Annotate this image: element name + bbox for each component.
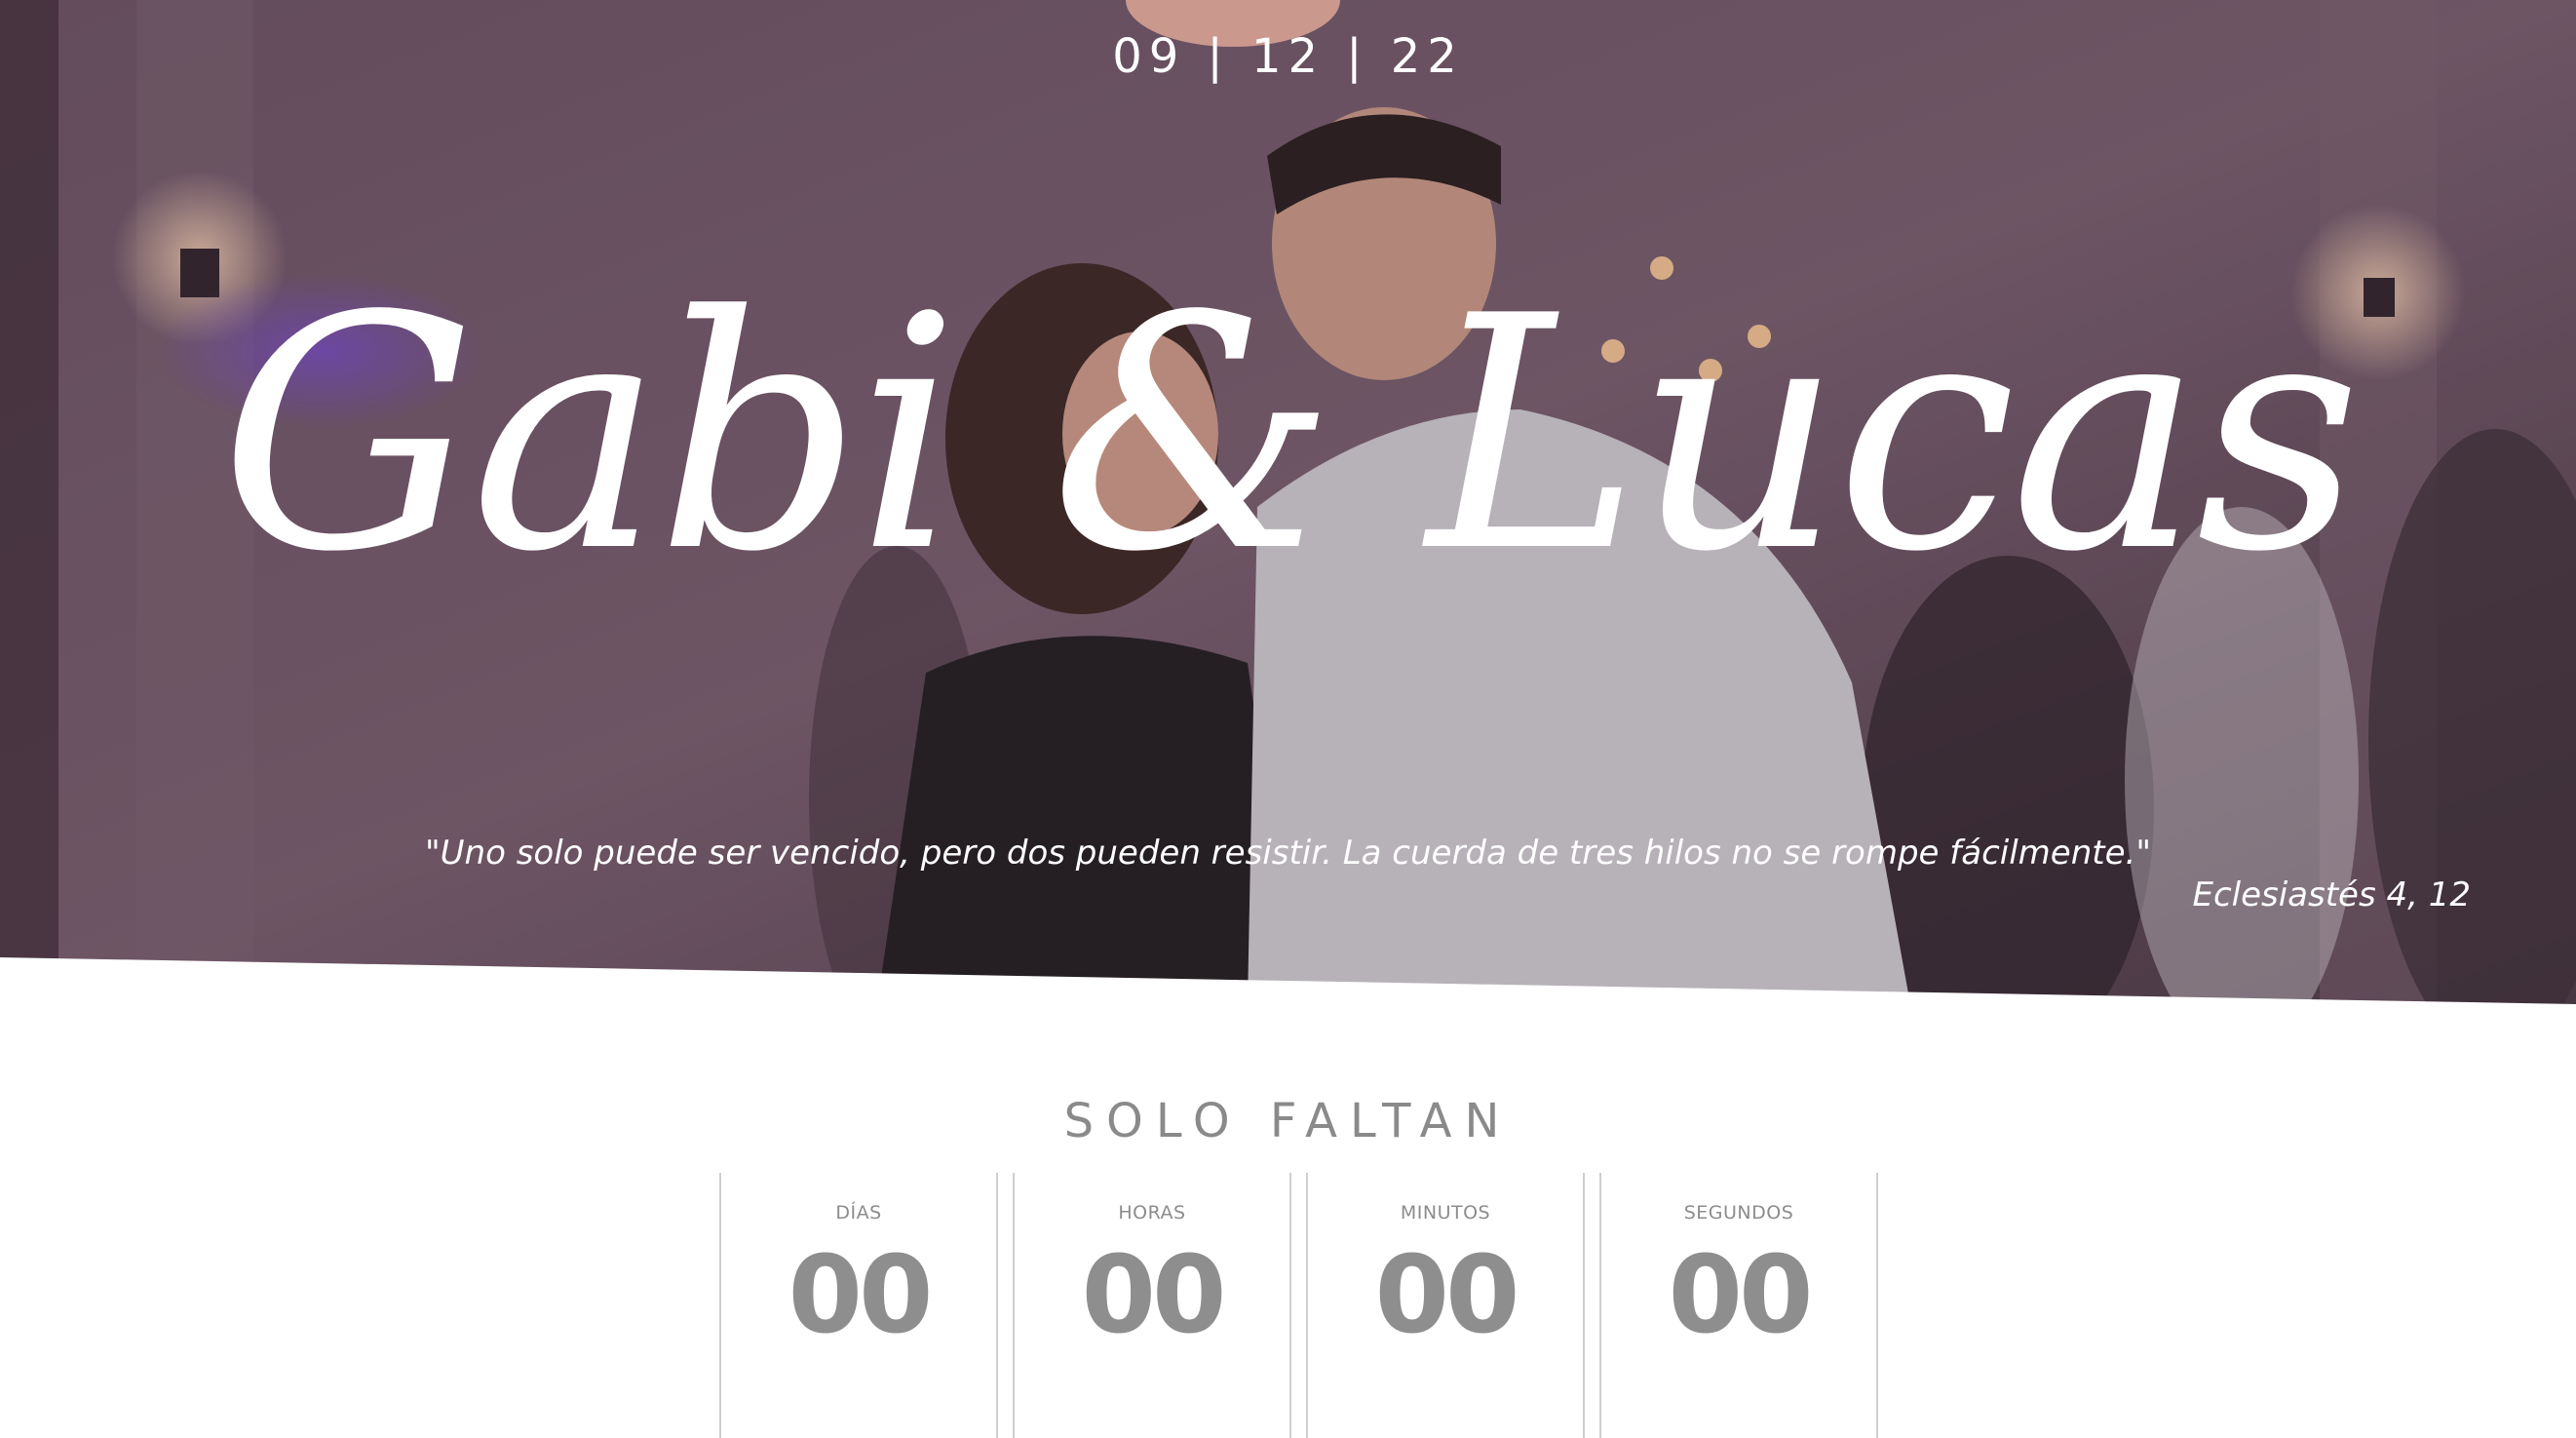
countdown-hours: HORAS 00 xyxy=(1013,1173,1291,1438)
countdown-seconds: SEGUNDOS 00 xyxy=(1599,1173,1878,1438)
couple-names-text: Gabi & Lucas xyxy=(219,248,2355,622)
countdown-minutes: MINUTOS 00 xyxy=(1306,1173,1585,1438)
couple-names: Gabi & Lucas xyxy=(219,248,2361,622)
countdown-minutes-label: MINUTOS xyxy=(1400,1202,1491,1224)
wedding-date: 09 | 12 | 22 xyxy=(1112,29,1464,84)
countdown-days: DÍAS 00 xyxy=(719,1173,998,1438)
countdown-days-value: 00 xyxy=(788,1232,933,1357)
hero-section: 09 | 12 | 22 Gabi & Lucas "Uno solo pued… xyxy=(0,0,2576,1004)
countdown-seconds-label: SEGUNDOS xyxy=(1683,1202,1794,1224)
countdown-days-label: DÍAS xyxy=(835,1202,882,1224)
countdown-hours-value: 00 xyxy=(1081,1232,1226,1357)
countdown-seconds-value: 00 xyxy=(1668,1232,1813,1357)
countdown-title: SOLO FALTAN xyxy=(1063,1094,1513,1148)
countdown: DÍAS 00 HORAS 00 MINUTOS 00 SEGUNDOS 00 xyxy=(719,1173,1893,1438)
bible-quote-reference: Eclesiastés 4, 12 xyxy=(2192,875,2471,914)
countdown-hours-label: HORAS xyxy=(1118,1202,1186,1224)
bible-quote: "Uno solo puede ser vencido, pero dos pu… xyxy=(425,834,2151,873)
countdown-minutes-value: 00 xyxy=(1374,1232,1519,1357)
